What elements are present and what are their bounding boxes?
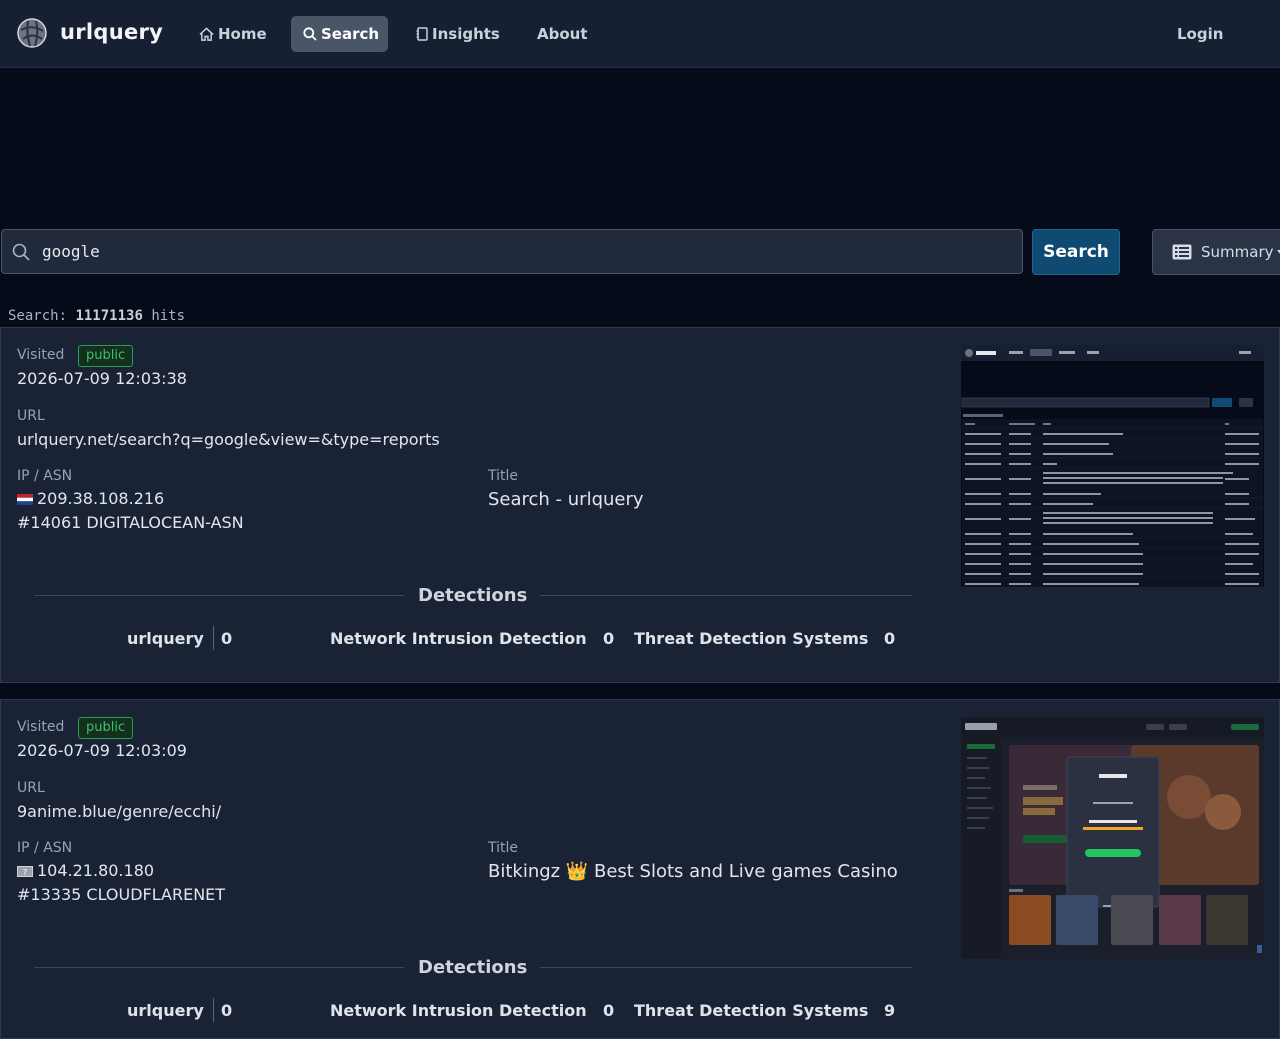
result-url[interactable]: urlquery.net/search?q=google&view=&type=… [17,430,440,449]
hits-summary: Search: 11171136 hits [8,308,185,324]
search-input[interactable] [42,230,1002,273]
result-url[interactable]: 9anime.blue/genre/ecchi/ [17,802,221,821]
detection-nids-count: 0 [603,1001,615,1020]
nav-search[interactable]: Search [291,16,388,52]
detection-urlquery-label[interactable]: urlquery [127,1001,204,1020]
divider [540,595,912,596]
detection-tds-count: 0 [884,629,896,648]
search-icon [303,27,317,41]
url-label: URL [17,780,45,796]
page-title-value: Bitkingz 👑 Best Slots and Live games Cas… [488,861,898,882]
brand-name[interactable]: urlquery [60,20,163,44]
detection-urlquery-count: 0 [221,629,233,648]
hits-prefix: Search: [8,308,68,324]
ip-asn-label: IP / ASN [17,840,73,856]
view-select-label: Summary [1201,243,1274,261]
svg-text:?: ? [23,868,27,877]
ip-asn-label: IP / ASN [17,468,73,484]
ip-address[interactable]: 209.38.108.216 [17,489,164,508]
urlquery-logo-icon[interactable] [17,18,47,48]
visibility-badge: public [78,345,134,367]
title-label: Title [488,468,519,484]
detection-tds-label[interactable]: Threat Detection Systems [634,1001,868,1020]
title-label: Title [488,840,519,856]
ip-address[interactable]: ? 104.21.80.180 [17,861,154,880]
visited-date: 2026-07-09 12:03:09 [17,741,187,760]
screenshot-thumbnail[interactable] [961,345,1264,587]
visibility-badge: public [78,717,134,739]
ip-value: 209.38.108.216 [37,489,165,508]
home-icon [199,27,214,41]
divider [34,967,404,968]
divider [34,595,404,596]
hits-suffix: hits [151,308,186,324]
nav-home-label: Home [218,25,267,43]
asn-value[interactable]: #14061 DIGITALOCEAN-ASN [17,513,244,532]
detection-nids-count: 0 [603,629,615,648]
page-title-value: Search - urlquery [488,489,644,510]
casino-screenshot-image [961,717,1264,959]
visited-label: Visited [17,719,65,735]
detection-tds-label[interactable]: Threat Detection Systems [634,629,868,648]
nav-home[interactable]: Home [199,16,267,52]
detections-heading: Detections [418,585,528,606]
search-box [1,229,1023,274]
visited-label: Visited [17,347,65,363]
detections-heading: Detections [418,957,528,978]
navbar: urlquery Home Search Insights About Logi… [0,0,1280,68]
detection-urlquery-count: 0 [221,1001,233,1020]
unknown-flag-icon: ? [17,866,33,877]
detection-tds-count: 9 [884,1001,896,1020]
search-icon [12,243,30,261]
urlquery-screenshot-image [961,345,1264,587]
visited-date: 2026-07-09 12:03:38 [17,369,187,388]
detection-nids-label[interactable]: Network Intrusion Detection [330,1001,587,1020]
hits-count: 11171136 [75,308,143,324]
result-card[interactable]: Visited public 2026-07-09 12:03:09 URL 9… [0,699,1280,1039]
separator [213,626,214,650]
nav-insights[interactable]: Insights [416,16,500,52]
result-card[interactable]: Visited public 2026-07-09 12:03:38 URL u… [0,327,1280,683]
nav-about[interactable]: About [537,16,588,52]
nav-insights-label: Insights [432,25,500,43]
search-button[interactable]: Search [1032,229,1120,275]
url-label: URL [17,408,45,424]
asn-value[interactable]: #13335 CLOUDFLARENET [17,885,225,904]
screenshot-thumbnail[interactable] [961,717,1264,959]
detection-nids-label[interactable]: Network Intrusion Detection [330,629,587,648]
detection-urlquery-label[interactable]: urlquery [127,629,204,648]
ip-value: 104.21.80.180 [37,861,155,880]
separator [213,998,214,1022]
journal-icon [416,27,428,41]
divider [540,967,912,968]
nav-search-label: Search [321,25,380,43]
view-select[interactable]: Summary [1152,229,1280,275]
nav-login[interactable]: Login [1177,16,1223,52]
list-icon [1172,244,1192,260]
netherlands-flag-icon [17,494,33,505]
